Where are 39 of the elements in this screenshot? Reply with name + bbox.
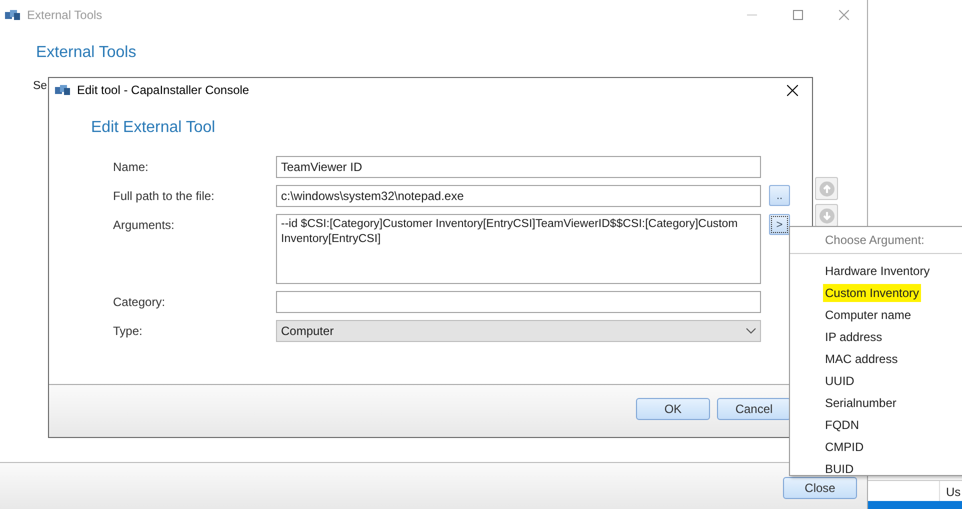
menu-item[interactable]: IP address [790,326,962,348]
arguments-field[interactable]: --id $CSI:[Category]Customer Inventory[EntryCSI]TeamViewerID$$CSI:[Category]Custom Inventory[EntryCSI] [276,214,761,284]
field-label: Name: [113,159,150,176]
move-down-button[interactable] [815,204,838,227]
field-label: Full path to the file: [113,188,216,205]
app-icon [5,9,21,21]
menu-item[interactable]: CMPID [790,436,962,458]
type-dropdown[interactable]: Computer [276,320,761,342]
menu-item[interactable]: FQDN [790,414,962,436]
browse-button[interactable]: .. [769,185,790,206]
menu-item[interactable]: Custom Inventory [790,282,962,304]
maximize-icon[interactable] [793,10,803,20]
close-icon[interactable] [786,84,798,96]
dialog-button[interactable]: Cancel [717,398,791,420]
dialog-title: Edit tool - CapaInstaller Console [77,83,250,97]
menu-item[interactable]: Hardware Inventory [790,260,962,282]
window-title: External Tools [27,8,102,22]
dialog-heading: Edit External Tool [91,119,216,137]
menu-item[interactable]: UUID [790,370,962,392]
app-icon [55,84,71,96]
dialog-button[interactable]: OK [636,398,710,420]
field-label: Type: [113,323,144,340]
input-field[interactable] [276,291,761,313]
input-field[interactable]: TeamViewer ID [276,156,761,178]
close-button[interactable]: Close [783,477,857,499]
menu-item[interactable]: MAC address [790,348,962,370]
move-up-button[interactable] [815,177,838,200]
menu-item[interactable]: Serialnumber [790,392,962,414]
chevron-down-icon [746,328,756,334]
field-label: Arguments: [113,217,176,234]
field-label: Category: [113,294,166,311]
menu-heading: Choose Argument: [824,232,926,249]
column-header: Us [945,484,961,501]
page-heading: External Tools [36,44,138,62]
menu-item[interactable]: Computer name [790,304,962,326]
intro-text: Se [33,80,48,92]
input-field[interactable]: c:\windows\system32\notepad.exe [276,185,761,207]
insert-argument-button[interactable]: > [769,214,790,235]
menu-item[interactable]: BUID [790,458,962,480]
